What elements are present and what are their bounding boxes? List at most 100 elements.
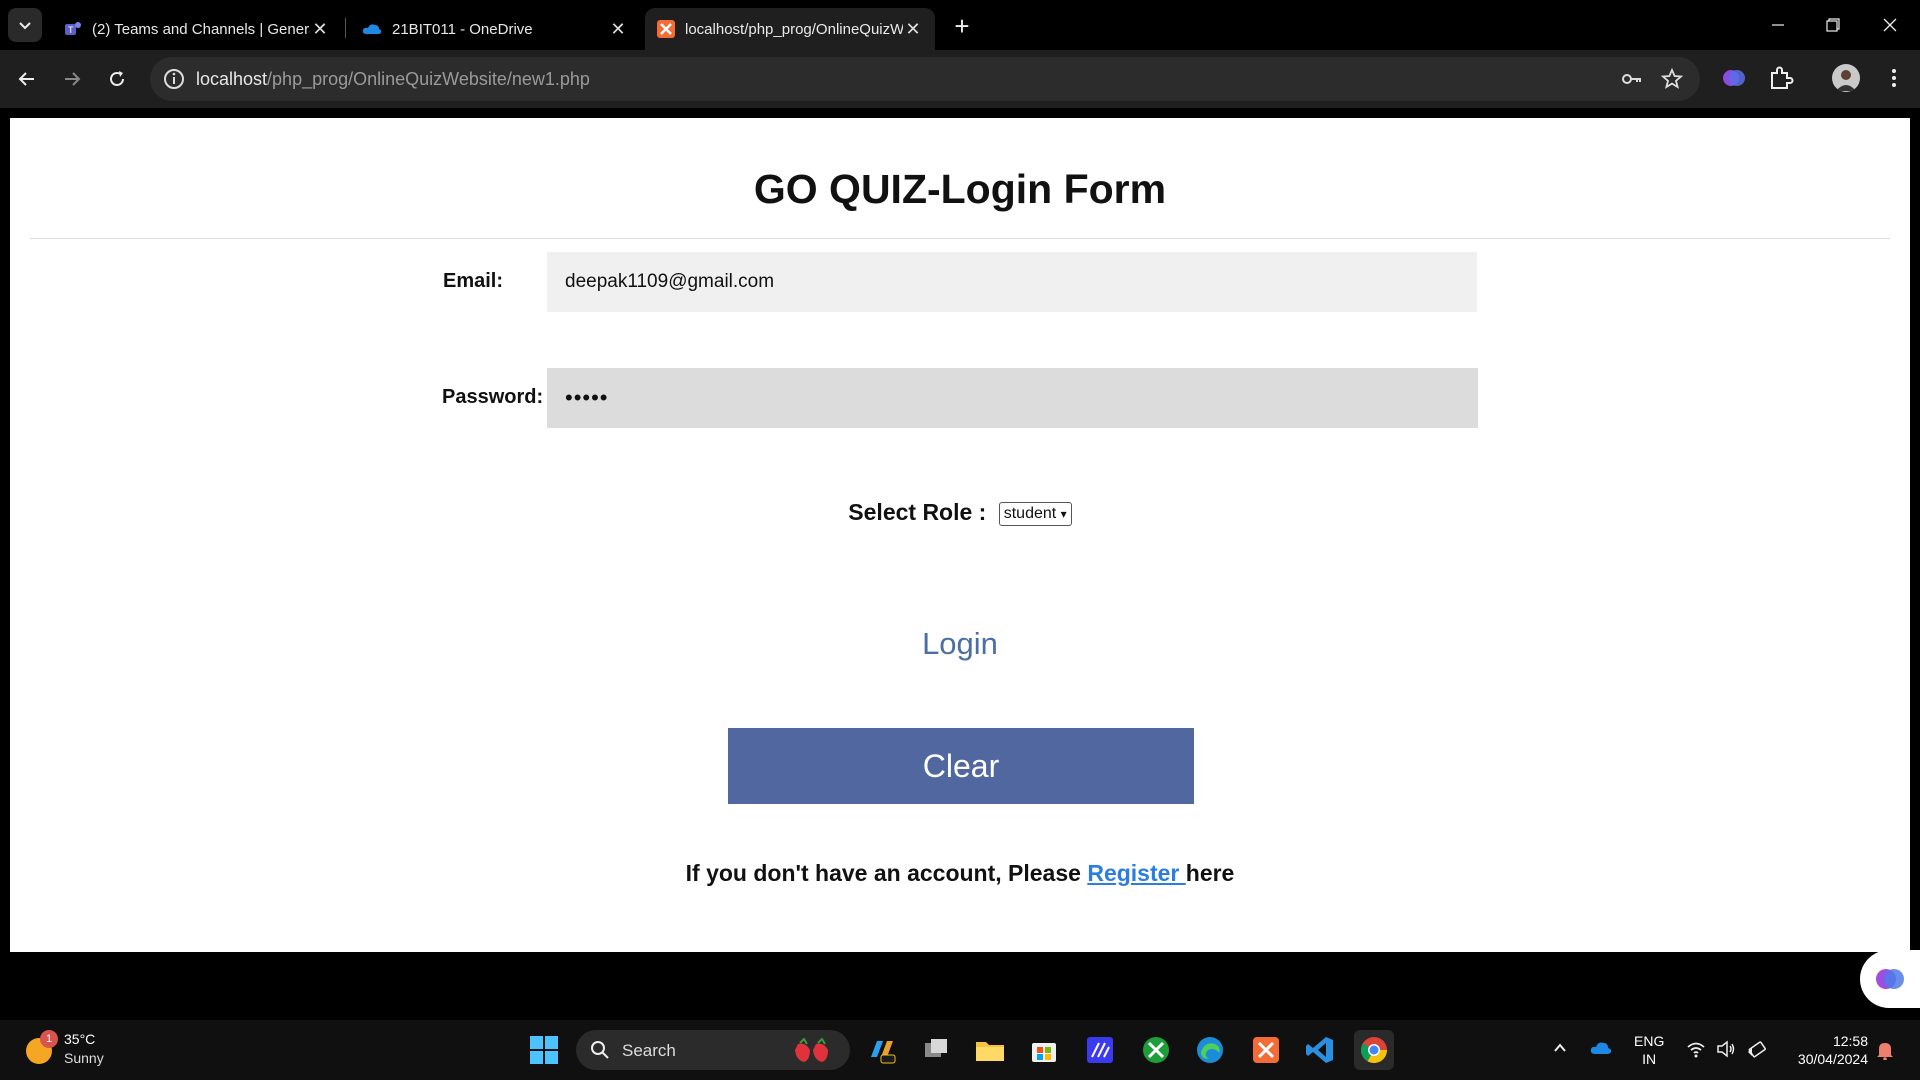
xbox-app[interactable] (1136, 1030, 1176, 1070)
notification-badge: 1 (40, 1030, 58, 1048)
bell-icon (1877, 1043, 1893, 1061)
task-view-icon (925, 1039, 947, 1057)
weather-widget[interactable]: 1 35°C Sunny (24, 1030, 124, 1070)
tab-divider (345, 18, 346, 38)
region-code: IN (1642, 1051, 1657, 1067)
tab-title: localhost/php_prog/OnlineQuizWebsite/new… (685, 20, 903, 38)
copilot-floating-button[interactable] (1860, 950, 1920, 1008)
onedrive-icon (362, 24, 382, 34)
site-info-icon[interactable] (162, 67, 186, 91)
battery-icon[interactable] (1746, 1040, 1766, 1061)
file-explorer-app[interactable] (970, 1030, 1010, 1070)
xampp-app[interactable] (1246, 1030, 1286, 1070)
password-key-icon[interactable] (1620, 67, 1644, 91)
reload-button[interactable] (100, 62, 134, 96)
notification-bell[interactable] (1876, 1040, 1894, 1063)
start-button[interactable] (524, 1030, 564, 1070)
url-text: localhost/php_prog/OnlineQuizWebsite/new… (196, 69, 590, 90)
more-menu-icon[interactable] (1880, 64, 1908, 92)
register-prompt: If you don't have an account, Please Reg… (10, 860, 1910, 887)
weather-temperature: 35°C (64, 1031, 96, 1047)
show-hidden-icons[interactable] (1552, 1040, 1568, 1059)
store-icon (1032, 1043, 1056, 1062)
close-icon (1883, 18, 1897, 32)
edge-app[interactable] (1190, 1030, 1230, 1070)
task-view-app[interactable] (916, 1030, 956, 1070)
xampp-icon (1253, 1037, 1279, 1063)
register-prefix-text: If you don't have an account, Please (685, 860, 1088, 886)
clock-date: 30/04/2024 (1797, 1051, 1868, 1067)
chrome-icon (1360, 1037, 1388, 1064)
edge-icon (1197, 1037, 1223, 1063)
clock-time: 12:58 (1832, 1033, 1868, 1049)
restore-button[interactable] (1813, 10, 1853, 40)
vscode-app[interactable] (1300, 1030, 1340, 1070)
tab-bar: T (2) Teams and Channels | General ✕ 21B… (0, 0, 1920, 50)
chevron-down-icon (19, 22, 31, 30)
email-label: Email: (443, 270, 504, 292)
copilot-brain-icon (1876, 969, 1904, 989)
register-link[interactable]: Register (1087, 860, 1185, 886)
extensions-puzzle-icon[interactable] (1767, 64, 1795, 92)
search-icon (591, 1041, 609, 1059)
microsoft-store-app[interactable] (1024, 1030, 1064, 1070)
bookmark-star-icon[interactable] (1660, 67, 1684, 91)
close-icon[interactable]: ✕ (903, 19, 923, 39)
tab-search-button[interactable] (8, 8, 42, 42)
onedrive-tray[interactable] (1590, 1040, 1612, 1059)
volume-icon[interactable] (1716, 1040, 1736, 1061)
wifi-icon[interactable] (1686, 1040, 1706, 1061)
role-select[interactable]: student ▾ (998, 501, 1072, 526)
divider (30, 238, 1890, 239)
url-path: /php_prog/OnlineQuizWebsite/new1.php (267, 69, 590, 89)
login-button[interactable]: Login (10, 626, 1910, 662)
tab-onedrive[interactable]: 21BIT011 - OneDrive ✕ (350, 8, 640, 50)
back-button[interactable] (10, 62, 44, 96)
weather-condition: Sunny (64, 1050, 104, 1066)
back-arrow-icon (18, 72, 34, 86)
page-title: GO QUIZ-Login Form (753, 166, 1167, 212)
taskbar-search[interactable]: Search (576, 1030, 850, 1070)
tab-title: 21BIT011 - OneDrive (392, 20, 533, 38)
teams-icon: T (65, 22, 81, 35)
strawberry-icon (795, 1038, 828, 1062)
role-row: Select Role : student ▾ (10, 499, 1910, 526)
xbox-icon (1143, 1037, 1169, 1063)
browser-toolbar: localhost/php_prog/OnlineQuizWebsite/new… (0, 50, 1920, 108)
tab-localhost[interactable]: localhost/php_prog/OnlineQuizWebsite/new… (645, 8, 935, 50)
minimize-icon (1772, 24, 1784, 26)
clock[interactable]: 12:58 30/04/2024 (1784, 1032, 1868, 1068)
minimize-button[interactable] (1758, 10, 1798, 40)
tab-teams[interactable]: T (2) Teams and Channels | General ✕ (52, 8, 342, 50)
chrome-app[interactable] (1354, 1030, 1394, 1070)
windows-logo-icon (530, 1036, 558, 1064)
windows-taskbar: 1 35°C Sunny Search ENG IN 12:58 30/04/2… (0, 1020, 1920, 1080)
chevron-down-icon: ▾ (1060, 506, 1067, 521)
copilot-icon (871, 1041, 896, 1064)
close-icon[interactable]: ✕ (608, 19, 628, 39)
new-tab-button[interactable]: + (948, 11, 976, 41)
email-field[interactable]: deepak1109@gmail.com (547, 252, 1477, 312)
language-indicator[interactable]: ENG IN (1634, 1032, 1664, 1068)
avatar-icon (1836, 70, 1856, 91)
url-host: localhost (196, 69, 268, 89)
extension-brain-icon[interactable] (1720, 64, 1748, 92)
language-code: ENG (1634, 1033, 1665, 1049)
forward-button[interactable] (55, 62, 89, 96)
onedrive-icon (1590, 1042, 1612, 1054)
forward-arrow-icon (65, 72, 81, 86)
role-label: Select Role : (848, 499, 987, 525)
xampp-icon (657, 20, 675, 38)
copilot-app[interactable] (862, 1030, 902, 1070)
page-content: GO QUIZ-Login Form Email: deepak1109@gma… (10, 118, 1910, 952)
svg-text:T: T (68, 25, 74, 35)
clear-button[interactable]: Clear (728, 728, 1194, 804)
close-window-button[interactable] (1870, 10, 1910, 40)
password-field[interactable]: ••••• (547, 368, 1478, 428)
register-suffix-text: here (1185, 860, 1235, 886)
close-icon[interactable]: ✕ (310, 19, 330, 39)
address-bar[interactable]: localhost/php_prog/OnlineQuizWebsite/new… (150, 57, 1700, 101)
todo-app[interactable] (1080, 1030, 1120, 1070)
profile-avatar[interactable] (1832, 64, 1860, 92)
role-selected-value: student (1003, 504, 1057, 522)
